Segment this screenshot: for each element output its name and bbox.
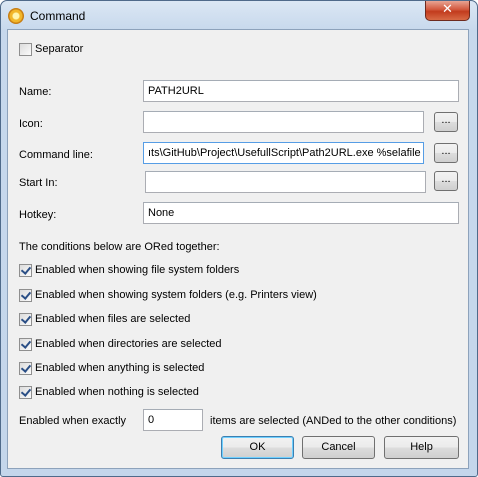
icon-browse-button[interactable]: ... <box>434 112 458 132</box>
close-button[interactable]: ✕ <box>425 1 470 21</box>
icon-input[interactable] <box>143 111 424 133</box>
start-in-browse-button[interactable]: ... <box>434 171 458 191</box>
ok-button[interactable]: OK <box>221 436 294 459</box>
name-input[interactable]: PATH2URL <box>143 80 459 102</box>
app-gear-icon <box>8 8 24 24</box>
check-icon[interactable] <box>19 362 32 375</box>
separator-label: Separator <box>35 43 84 55</box>
separator-check-box[interactable] <box>19 43 32 56</box>
hotkey-input[interactable]: None <box>143 202 459 224</box>
check-icon[interactable] <box>19 338 32 351</box>
hotkey-label: Hotkey: <box>19 209 57 221</box>
exactly-count-input[interactable]: 0 <box>143 409 203 431</box>
command-line-label: Command line: <box>19 149 93 161</box>
condition-label: Enabled when anything is selected <box>35 362 205 374</box>
check-icon[interactable] <box>19 289 32 302</box>
condition-label: Enabled when directories are selected <box>35 338 222 350</box>
condition-label: Enabled when files are selected <box>35 313 191 325</box>
conditions-heading: The conditions below are ORed together: <box>19 241 220 253</box>
help-button[interactable]: Help <box>384 436 459 459</box>
icon-label: Icon: <box>19 118 43 130</box>
start-in-input[interactable] <box>145 171 426 193</box>
close-icon: ✕ <box>442 2 453 17</box>
name-label: Name: <box>19 86 52 98</box>
command-line-input[interactable]: ıts\GitHub\Project\UsefullScript\Path2UR… <box>143 142 424 164</box>
check-icon[interactable] <box>19 264 32 277</box>
exactly-prefix-label: Enabled when exactly <box>19 415 127 427</box>
window-title: Command <box>30 9 86 23</box>
condition-label: Enabled when showing file system folders <box>35 264 240 276</box>
cancel-button[interactable]: Cancel <box>302 436 375 459</box>
title-bar[interactable]: Command ✕ <box>1 1 477 30</box>
exactly-suffix-label: items are selected (ANDed to the other c… <box>210 415 457 427</box>
condition-label: Enabled when showing system folders (e.g… <box>35 289 317 301</box>
check-icon[interactable] <box>19 386 32 399</box>
check-icon[interactable] <box>19 313 32 326</box>
condition-label: Enabled when nothing is selected <box>35 386 199 398</box>
start-in-label: Start In: <box>19 177 58 189</box>
command-line-browse-button[interactable]: ... <box>434 143 458 163</box>
